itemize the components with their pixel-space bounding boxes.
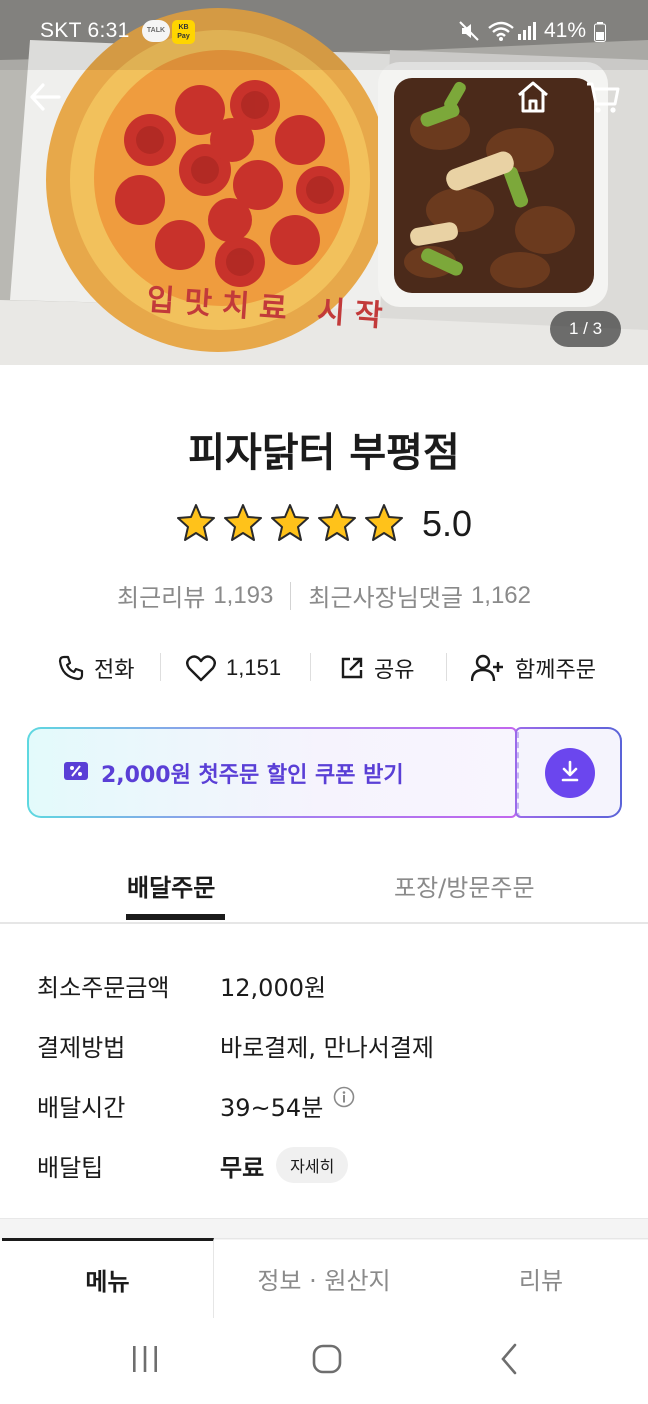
group-order-label: 함께주문: [515, 658, 596, 683]
payment-method-row: 결제방법 바로결제, 만나서결제: [0, 1025, 648, 1065]
delivery-time-label: 배달시간: [37, 1093, 126, 1122]
recent-apps-icon: [130, 1342, 160, 1380]
owner-replies-count: 1,162: [470, 581, 531, 609]
photo-page-indicator: 1 / 3: [550, 311, 621, 347]
coupon-label-area[interactable]: 2,000원 첫주문 할인 쿠폰 받기: [27, 727, 517, 818]
mute-icon: [458, 20, 480, 48]
coupon-download-area[interactable]: [515, 727, 622, 818]
review-counts: 최근리뷰 1,193 최근사장님댓글 1,162: [0, 578, 648, 613]
min-order-row: 최소주문금액 12,000원: [0, 965, 648, 1005]
system-home-icon: [311, 1342, 343, 1380]
min-order-label: 최소주문금액: [37, 973, 170, 1002]
share-button[interactable]: 공유: [340, 640, 414, 696]
coupon-download-button[interactable]: [544, 747, 595, 798]
recent-reviews-label: 최근리뷰: [116, 584, 206, 612]
star-icon: [176, 503, 216, 545]
cart-button[interactable]: [578, 74, 628, 124]
store-photo-carousel[interactable]: 입맛치료 시작 SKT 6:31 TALK KB Pay 41% 1 / 3: [0, 0, 648, 365]
delivery-time-value-wrap: 39~54분: [220, 1086, 355, 1123]
share-label: 공유: [374, 658, 415, 683]
kbpay-icon: KB Pay: [172, 20, 195, 44]
owner-replies-label: 최근사장님댓글: [308, 584, 463, 612]
tab-pickup-order[interactable]: 포장/방문주문: [394, 868, 535, 903]
system-back-button[interactable]: [497, 1342, 521, 1380]
section-divider: [0, 1218, 648, 1240]
kakaotalk-icon: TALK: [142, 20, 170, 42]
wifi-icon: [488, 20, 514, 48]
rating-stars: [176, 503, 404, 545]
system-navigation-bar: [0, 1318, 648, 1404]
min-order-value: 12,000원: [220, 973, 327, 1002]
cart-icon: [585, 80, 621, 118]
payment-method-label: 결제방법: [37, 1033, 126, 1062]
tab-delivery-order[interactable]: 배달주문: [127, 868, 215, 903]
battery-percent: 41%: [544, 19, 587, 42]
group-order-button[interactable]: 함께주문: [471, 640, 596, 696]
delivery-tip-row: 배달팁 무료 자세히: [0, 1145, 648, 1185]
rating-value: 5.0: [421, 503, 473, 544]
delivery-time-row: 배달시간 39~54분: [0, 1085, 648, 1125]
home-button[interactable]: [508, 74, 558, 124]
rating-row: 5.0: [0, 498, 648, 550]
divider: [310, 653, 311, 681]
coupon-icon: [63, 760, 89, 786]
tab-info-origin[interactable]: 정보 · 원산지: [214, 1238, 434, 1318]
store-actions: 전화 1,151 공유 함께주문: [0, 640, 648, 696]
tab-reviews[interactable]: 리뷰: [434, 1238, 648, 1318]
call-button[interactable]: 전화: [58, 640, 134, 696]
star-icon: [270, 503, 310, 545]
star-icon: [317, 503, 357, 545]
phone-icon: [58, 655, 84, 681]
recent-apps-button[interactable]: [130, 1342, 160, 1380]
divider: [160, 653, 161, 681]
delivery-tip-value-wrap: 무료 자세히: [220, 1147, 349, 1183]
signal-icon: [517, 22, 537, 46]
call-label: 전화: [94, 658, 135, 683]
star-icon: [364, 503, 404, 545]
heart-icon: [186, 654, 216, 682]
active-tab-indicator: [126, 914, 225, 920]
delivery-tip-value: 무료: [220, 1153, 265, 1182]
status-time: SKT 6:31: [40, 19, 130, 42]
like-button[interactable]: 1,151: [186, 640, 281, 696]
delivery-tip-detail-button[interactable]: 자세히: [276, 1147, 349, 1183]
recent-reviews-count: 1,193: [213, 581, 274, 609]
download-icon: [558, 759, 582, 787]
store-content-tabs: 메뉴 정보 · 원산지 리뷰: [0, 1238, 648, 1318]
share-icon: [340, 656, 364, 680]
info-icon[interactable]: [333, 1086, 355, 1108]
first-order-coupon-banner[interactable]: 2,000원 첫주문 할인 쿠폰 받기: [27, 727, 622, 818]
add-person-icon: [471, 654, 505, 682]
system-home-button[interactable]: [311, 1342, 343, 1380]
tab-menu[interactable]: 메뉴: [2, 1238, 214, 1318]
order-type-tabs: 배달주문 포장/방문주문: [0, 850, 648, 924]
battery-icon: [594, 22, 606, 48]
home-icon: [516, 80, 550, 118]
store-name: 피자닭터 부평점: [188, 430, 460, 476]
delivery-time-value: 39~54분: [220, 1093, 324, 1122]
delivery-tip-label: 배달팁: [37, 1153, 104, 1182]
status-bar: SKT 6:31 TALK KB Pay 41%: [0, 0, 648, 62]
payment-method-value: 바로결제, 만나서결제: [220, 1033, 434, 1062]
system-back-icon: [497, 1342, 521, 1380]
star-icon: [223, 503, 263, 545]
like-count: 1,151: [226, 655, 282, 680]
divider: [446, 653, 447, 681]
back-arrow-icon: [29, 83, 61, 115]
divider: [290, 581, 292, 610]
back-button[interactable]: [20, 74, 70, 124]
coupon-label: 2,000원 첫주문 할인 쿠폰 받기: [101, 762, 404, 788]
